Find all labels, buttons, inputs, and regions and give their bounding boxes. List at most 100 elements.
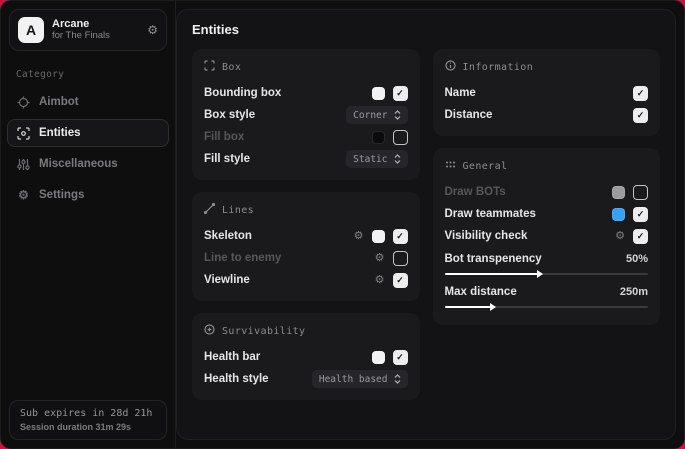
- setting-label: Health bar: [204, 351, 372, 363]
- category-label: Category: [16, 69, 175, 80]
- brand-name: Arcane: [52, 18, 110, 31]
- section-title: General: [463, 161, 508, 172]
- setting-row: Skeleton ⚙: [204, 225, 408, 247]
- sidebar-item-label: Entities: [39, 127, 81, 139]
- line-to-enemy-checkbox[interactable]: [393, 251, 408, 266]
- gear-icon[interactable]: ⚙: [354, 231, 364, 242]
- slider-value: 50%: [626, 253, 648, 265]
- health-style-dropdown[interactable]: Health based: [312, 370, 408, 388]
- health-cross-icon: [204, 324, 215, 338]
- slider-value: 250m: [620, 286, 648, 298]
- grid-dots-icon: [445, 159, 456, 173]
- setting-label: Viewline: [204, 274, 375, 286]
- distance-checkbox[interactable]: [633, 108, 648, 123]
- health-bar-checkbox[interactable]: [393, 350, 408, 365]
- dropdown-value: Corner: [353, 110, 387, 121]
- setting-row: Health bar: [204, 346, 408, 368]
- setting-label: Fill box: [204, 131, 372, 143]
- diagonal-line-icon: [204, 203, 215, 217]
- setting-label: Fill style: [204, 153, 346, 165]
- fill-style-dropdown[interactable]: Static: [346, 150, 407, 168]
- setting-row: Box style Corner: [204, 104, 408, 126]
- scan-icon: [17, 127, 30, 140]
- color-swatch[interactable]: [372, 230, 385, 243]
- setting-row: Fill style Static: [204, 148, 408, 170]
- slider-fill[interactable]: [445, 273, 539, 275]
- fill-box-checkbox[interactable]: [393, 130, 408, 145]
- draw-bots-checkbox[interactable]: [633, 185, 648, 200]
- color-swatch[interactable]: [612, 208, 625, 221]
- setting-label: Health style: [204, 373, 312, 385]
- bot-transparency-slider[interactable]: [445, 273, 649, 275]
- subscription-status-card: Sub expires in 28d 21h Session duration …: [9, 400, 167, 440]
- sidebar-item-miscellaneous[interactable]: Miscellaneous: [7, 150, 169, 178]
- color-swatch[interactable]: [372, 87, 385, 100]
- color-swatch[interactable]: [612, 186, 625, 199]
- viewline-checkbox[interactable]: [393, 273, 408, 288]
- sidebar-item-label: Aimbot: [39, 96, 79, 108]
- section-title: Information: [463, 62, 534, 73]
- setting-label: Bot transpenency: [445, 253, 626, 265]
- setting-row: Name: [445, 82, 649, 104]
- name-checkbox[interactable]: [633, 86, 648, 101]
- brand-subtitle: for The Finals: [52, 31, 110, 42]
- sidebar-item-aimbot[interactable]: Aimbot: [7, 88, 169, 116]
- lines-section: Lines Skeleton ⚙ Line to enemy: [192, 192, 420, 301]
- setting-label: Bounding box: [204, 87, 372, 99]
- setting-row: Visibility check ⚙: [445, 225, 649, 247]
- gear-icon: ⚙: [17, 189, 30, 202]
- sidebar-nav: Aimbot Entities Miscellaneous ⚙ Settings: [1, 88, 175, 209]
- gear-icon[interactable]: ⚙: [147, 24, 158, 36]
- slider-fill[interactable]: [445, 306, 492, 308]
- setting-label: Skeleton: [204, 230, 354, 242]
- sliders-icon: [17, 158, 30, 171]
- max-distance-slider[interactable]: [445, 306, 649, 308]
- brand-logo: A: [18, 17, 44, 43]
- survivability-section: Survivability Health bar Health style: [192, 313, 420, 400]
- box-style-dropdown[interactable]: Corner: [346, 106, 407, 124]
- dropdown-value: Health based: [319, 374, 388, 385]
- bounding-box-checkbox[interactable]: [393, 86, 408, 101]
- setting-row: Fill box: [204, 126, 408, 148]
- brand-card: A Arcane for The Finals ⚙: [9, 9, 167, 51]
- visibility-check-checkbox[interactable]: [633, 229, 648, 244]
- skeleton-checkbox[interactable]: [393, 229, 408, 244]
- max-distance-slider-block: Max distance 250m: [445, 282, 649, 308]
- dropdown-value: Static: [353, 154, 387, 165]
- setting-row: Bounding box: [204, 82, 408, 104]
- color-swatch[interactable]: [372, 131, 385, 144]
- section-title: Box: [222, 62, 241, 73]
- sidebar-item-settings[interactable]: ⚙ Settings: [7, 181, 169, 209]
- page-title: Entities: [192, 22, 660, 37]
- general-section: General Draw BOTs Draw teammates: [433, 148, 661, 325]
- color-swatch[interactable]: [372, 351, 385, 364]
- gear-icon[interactable]: ⚙: [615, 231, 625, 242]
- main-area: Entities Box Bounding box: [176, 1, 684, 448]
- draw-teammates-checkbox[interactable]: [633, 207, 648, 222]
- entities-panel: Entities Box Bounding box: [176, 9, 676, 440]
- app-window: A Arcane for The Finals ⚙ Category Aimbo…: [0, 0, 685, 449]
- crosshair-icon: [17, 96, 30, 109]
- gear-icon[interactable]: ⚙: [375, 253, 385, 264]
- chevrons-up-down-icon: [394, 110, 401, 120]
- setting-label: Box style: [204, 109, 346, 121]
- setting-row: Draw BOTs: [445, 181, 649, 203]
- setting-label: Draw teammates: [445, 208, 613, 220]
- sub-expires-text: Sub expires in 28d 21h: [20, 408, 156, 419]
- gear-icon[interactable]: ⚙: [375, 275, 385, 286]
- sidebar: A Arcane for The Finals ⚙ Category Aimbo…: [1, 1, 176, 448]
- setting-label: Visibility check: [445, 230, 616, 242]
- setting-row: Line to enemy ⚙: [204, 247, 408, 269]
- section-title: Lines: [222, 205, 254, 216]
- sidebar-item-entities[interactable]: Entities: [7, 119, 169, 147]
- sidebar-item-label: Miscellaneous: [39, 158, 118, 170]
- setting-label: Line to enemy: [204, 252, 375, 264]
- chevrons-up-down-icon: [394, 154, 401, 164]
- setting-label: Distance: [445, 109, 634, 121]
- setting-label: Name: [445, 87, 634, 99]
- bot-transparency-slider-block: Bot transpenency 50%: [445, 249, 649, 275]
- information-section: Information Name Distance: [433, 49, 661, 136]
- setting-row: Draw teammates: [445, 203, 649, 225]
- section-title: Survivability: [222, 326, 305, 337]
- setting-label: Draw BOTs: [445, 186, 613, 198]
